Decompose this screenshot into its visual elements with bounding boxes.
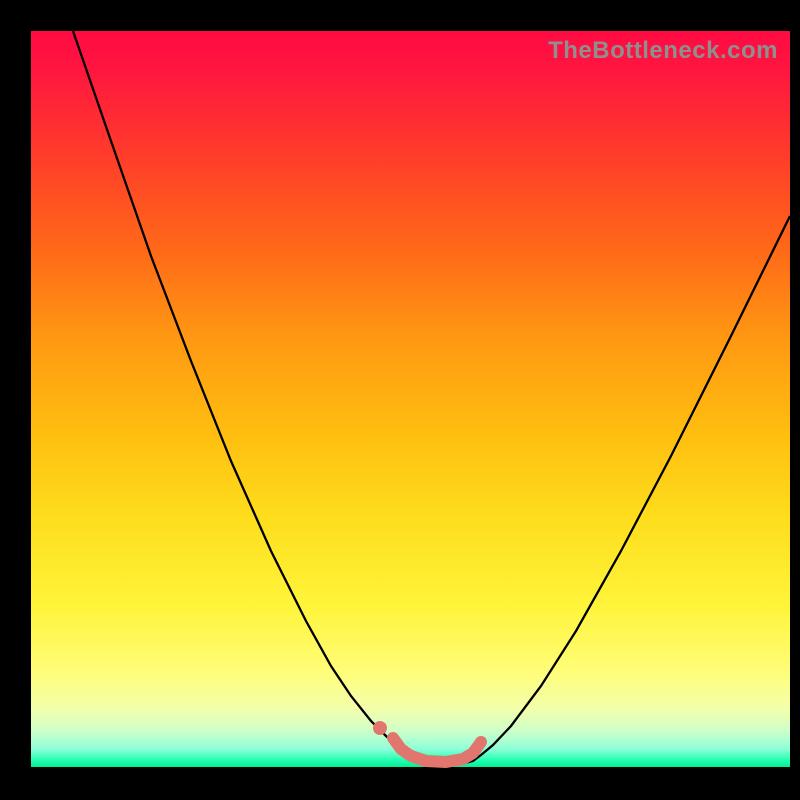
optimal-zone-marker bbox=[393, 738, 481, 762]
bottleneck-curve bbox=[73, 31, 790, 765]
optimal-zone-dot bbox=[373, 721, 387, 735]
chart-frame: TheBottleneck.com bbox=[0, 0, 800, 800]
plot-area: TheBottleneck.com bbox=[31, 31, 790, 767]
chart-svg bbox=[31, 31, 790, 767]
